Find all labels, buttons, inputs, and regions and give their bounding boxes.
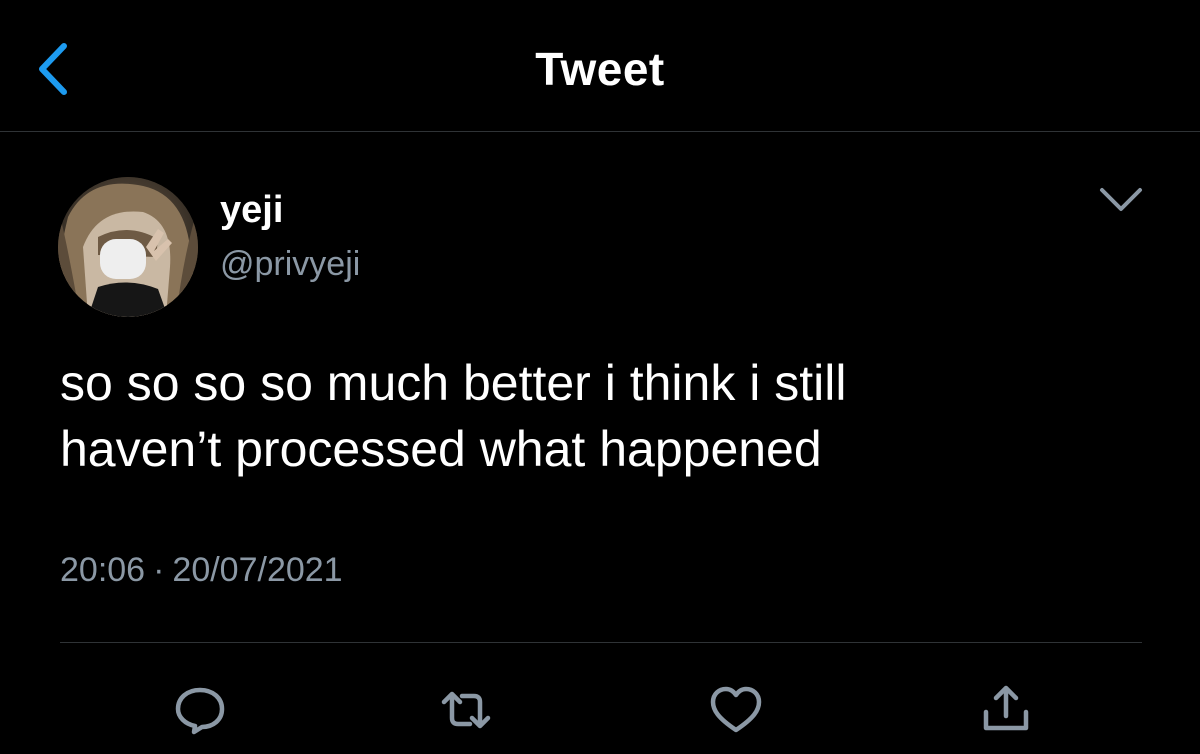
divider <box>60 642 1142 643</box>
page-title: Tweet <box>535 43 665 95</box>
tweet-text: so so so so much better i think i still … <box>60 350 1140 482</box>
tweet-timestamp[interactable]: 20:06 · 20/07/2021 <box>60 548 343 592</box>
more-options-button[interactable] <box>1096 182 1146 218</box>
share-icon <box>983 685 1029 731</box>
avatar[interactable] <box>58 177 198 317</box>
meta-separator: · <box>153 551 165 589</box>
comment-icon <box>175 687 225 735</box>
reply-button[interactable] <box>170 680 230 740</box>
tweet-text-line: so so so so much better i think i still <box>60 355 847 411</box>
author-handle[interactable]: @privyeji <box>220 244 360 284</box>
like-button[interactable] <box>706 680 766 740</box>
tweet-text-line: haven’t processed what happened <box>60 421 822 477</box>
chevron-down-icon <box>1100 188 1142 211</box>
tweet-time: 20:06 <box>60 551 146 589</box>
heart-icon <box>710 686 762 733</box>
header: Tweet <box>0 0 1200 132</box>
author-display-name[interactable]: yeji <box>220 188 283 232</box>
tweet-date: 20/07/2021 <box>172 551 343 589</box>
retweet-button[interactable] <box>436 680 496 740</box>
retweet-icon <box>441 691 491 729</box>
share-button[interactable] <box>976 680 1036 740</box>
avatar-photo <box>58 177 198 317</box>
